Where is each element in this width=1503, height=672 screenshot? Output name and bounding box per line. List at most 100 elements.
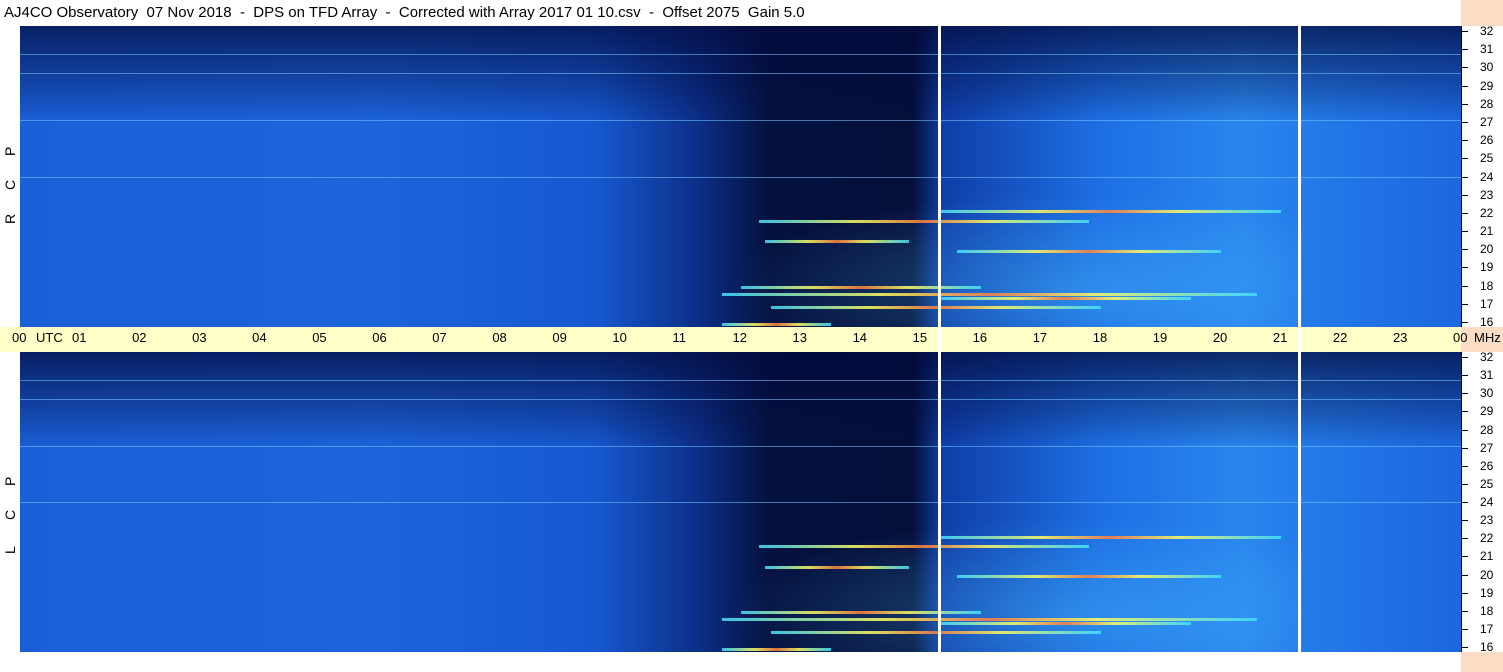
time-tick-label: 20 bbox=[1212, 330, 1228, 345]
emission-streak bbox=[740, 285, 981, 289]
upper-band-shading bbox=[20, 352, 1461, 448]
frequency-tick bbox=[1462, 520, 1468, 522]
frequency-tick-label: 32 bbox=[1480, 24, 1494, 38]
emission-streak bbox=[938, 622, 1191, 625]
frequency-tick-label: 24 bbox=[1480, 169, 1494, 184]
time-tick-label: 17 bbox=[1032, 330, 1048, 345]
lcp-spectrogram-panel bbox=[20, 352, 1461, 652]
frequency-tick-label: 17 bbox=[1480, 296, 1494, 311]
frequency-tick bbox=[1462, 592, 1468, 594]
emission-streak bbox=[764, 240, 909, 244]
emission-streak bbox=[770, 306, 1101, 310]
frequency-tick bbox=[1462, 267, 1468, 269]
time-tick-label: 16 bbox=[972, 330, 988, 345]
frequency-tick bbox=[1462, 610, 1468, 612]
frequency-tick-label: 22 bbox=[1480, 205, 1494, 220]
frequency-tick bbox=[1462, 249, 1468, 251]
frequency-tick bbox=[1462, 285, 1468, 287]
frequency-tick bbox=[1462, 357, 1468, 358]
time-tick-label: 03 bbox=[192, 330, 207, 345]
data-gap-line bbox=[937, 26, 941, 652]
frequency-tick-label: 29 bbox=[1480, 404, 1494, 419]
frequency-tick bbox=[1462, 411, 1468, 413]
frequency-unit-label: MHz bbox=[1474, 330, 1501, 345]
frequency-tick-label: 16 bbox=[1480, 315, 1494, 329]
interference-line bbox=[20, 445, 1461, 447]
frequency-tick-label: 18 bbox=[1480, 278, 1494, 293]
emission-streak bbox=[722, 648, 831, 652]
time-tick-label: 15 bbox=[912, 330, 928, 345]
frequency-tick bbox=[1462, 375, 1468, 377]
frequency-tick bbox=[1462, 176, 1468, 178]
frequency-tick bbox=[1462, 212, 1468, 214]
frequency-tick bbox=[1462, 429, 1468, 431]
interference-line bbox=[20, 380, 1461, 382]
frequency-tick-label: 21 bbox=[1480, 549, 1494, 564]
frequency-tick bbox=[1462, 140, 1468, 142]
frequency-tick-label: 31 bbox=[1480, 368, 1494, 383]
polarization-letter: P bbox=[2, 476, 18, 486]
frequency-tick-label: 28 bbox=[1480, 422, 1494, 437]
frequency-tick-label: 32 bbox=[1480, 350, 1494, 364]
frequency-tick-label: 21 bbox=[1480, 224, 1494, 239]
frequency-tick bbox=[1462, 303, 1468, 305]
frequency-tick-label: 26 bbox=[1480, 458, 1494, 473]
time-tick-label: 09 bbox=[552, 330, 567, 345]
emission-streak bbox=[938, 535, 1281, 539]
interference-line bbox=[20, 398, 1461, 400]
frequency-tick bbox=[1462, 502, 1468, 503]
frequency-tick-label: 23 bbox=[1480, 187, 1494, 202]
frequency-tick-label: 29 bbox=[1480, 78, 1494, 93]
frequency-tick-label: 28 bbox=[1480, 96, 1494, 111]
frequency-tick bbox=[1462, 574, 1468, 576]
frequency-tick bbox=[1462, 231, 1468, 233]
frequency-tick-label: 27 bbox=[1480, 114, 1494, 129]
time-tick-label: 13 bbox=[792, 330, 807, 345]
frequency-tick-label: 16 bbox=[1480, 640, 1494, 654]
emission-streak bbox=[956, 575, 1221, 579]
time-tick-label: 10 bbox=[612, 330, 627, 345]
emission-streak bbox=[740, 610, 981, 614]
frequency-tick bbox=[1462, 483, 1468, 485]
emission-streak bbox=[722, 618, 1257, 622]
interference-line bbox=[20, 502, 1461, 503]
frequency-tick-label: 30 bbox=[1480, 60, 1494, 75]
time-tick-label: 02 bbox=[132, 330, 147, 345]
time-tick-label: 19 bbox=[1152, 330, 1168, 345]
time-tick-label: 21 bbox=[1272, 330, 1288, 345]
frequency-tick-label: 20 bbox=[1480, 242, 1494, 257]
emission-streak bbox=[938, 210, 1281, 214]
time-tick-label: 01 bbox=[72, 330, 87, 345]
frequency-tick-label: 31 bbox=[1480, 42, 1494, 57]
data-gap-line bbox=[1297, 26, 1301, 652]
frequency-tick bbox=[1462, 67, 1468, 69]
polarization-letter: C bbox=[2, 509, 18, 520]
frequency-tick bbox=[1462, 158, 1468, 160]
time-tick-label: 06 bbox=[372, 330, 387, 345]
utc-time-axis: 00 01 02 03 04 05 06 07 08 09 10 11 12 13 14 15 16 17 18 19… bbox=[0, 327, 1501, 352]
emission-streak bbox=[722, 293, 1257, 297]
interference-line bbox=[20, 120, 1461, 122]
time-tick-label: 12 bbox=[732, 330, 747, 345]
interference-line bbox=[20, 73, 1461, 75]
frequency-tick-label: 22 bbox=[1480, 531, 1494, 546]
time-tick-label: 05 bbox=[312, 330, 327, 345]
frequency-tick-label: 23 bbox=[1480, 513, 1494, 528]
frequency-tick bbox=[1462, 31, 1468, 32]
frequency-tick bbox=[1462, 447, 1468, 449]
time-tick-label: 14 bbox=[852, 330, 868, 345]
time-tick-label: 07 bbox=[432, 330, 447, 345]
frequency-tick bbox=[1462, 465, 1468, 467]
emission-streak bbox=[764, 565, 909, 569]
time-tick-label: 18 bbox=[1092, 330, 1108, 345]
emission-streak bbox=[758, 545, 1089, 549]
polarization-letter: C bbox=[2, 179, 18, 190]
emission-streak bbox=[722, 323, 831, 327]
emission-streak bbox=[770, 631, 1101, 635]
chart-title: AJ4CO Observatory 07 Nov 2018 - DPS on T… bbox=[4, 4, 805, 21]
frequency-tick bbox=[1462, 628, 1468, 630]
upper-band-shading bbox=[20, 26, 1461, 123]
frequency-tick-label: 26 bbox=[1480, 133, 1494, 148]
time-tick-label: 11 bbox=[672, 330, 686, 345]
frequency-tick-label: 19 bbox=[1480, 585, 1494, 600]
